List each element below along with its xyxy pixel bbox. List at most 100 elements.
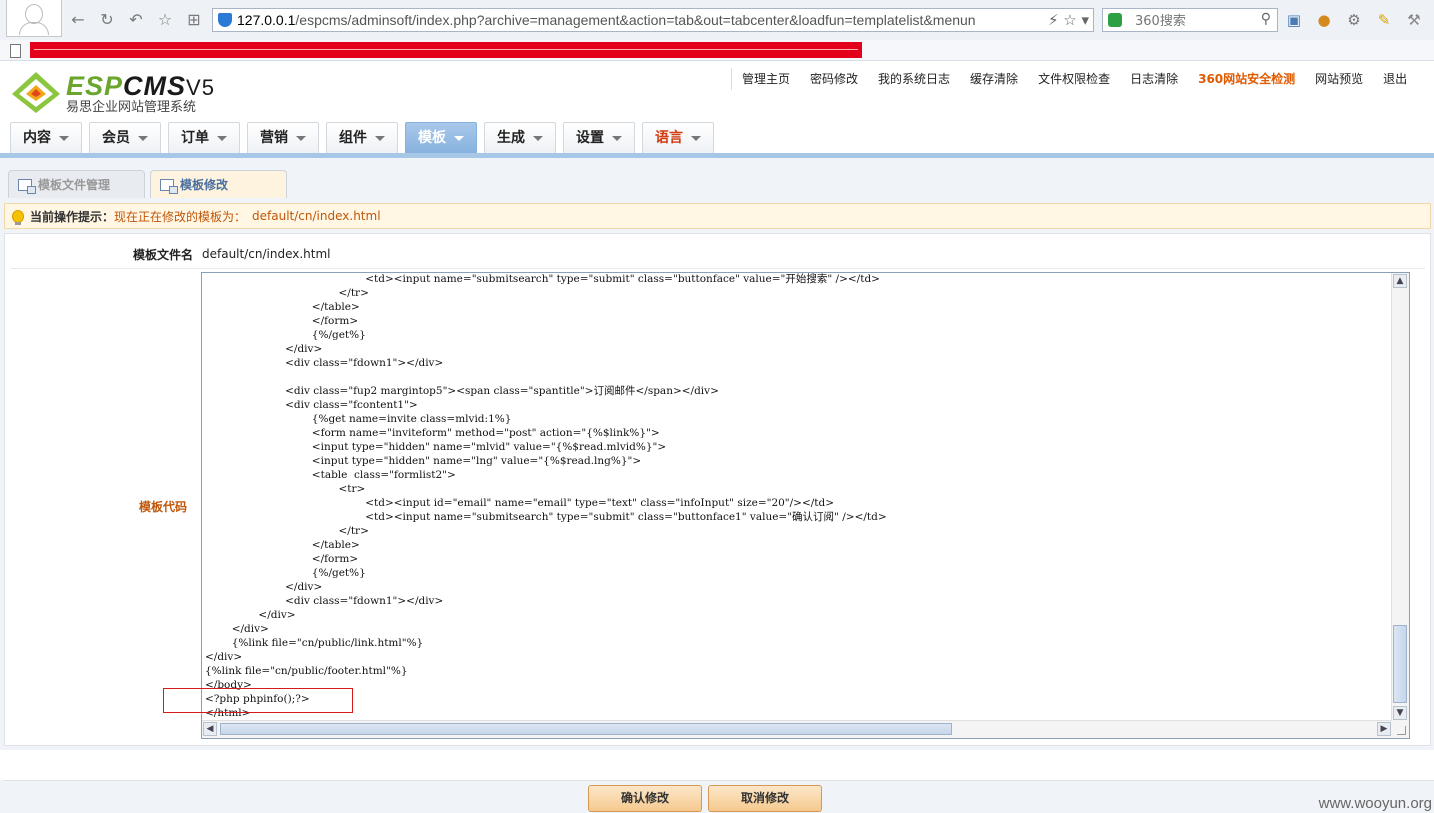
tab-template-edit[interactable]: 模板修改 — [150, 170, 287, 198]
link-admin-home[interactable]: 管理主页 — [732, 68, 800, 90]
code-line: <td><input id="email" name="email" type=… — [205, 497, 835, 509]
espcms-logo-icon — [12, 72, 60, 113]
code-line: <td><input name="submitsearch" type="sub… — [205, 273, 880, 285]
code-line: </form> — [205, 553, 359, 565]
link-file-permissions[interactable]: 文件权限检查 — [1028, 68, 1120, 90]
code-line: <td><input name="submitsearch" type="sub… — [205, 511, 887, 523]
scroll-left-icon[interactable]: ◀ — [203, 722, 217, 736]
gear-icon[interactable]: ⚙ — [1344, 10, 1364, 30]
address-bar[interactable]: 127.0.0.1/espcms/adminsoft/index.php?arc… — [212, 8, 1094, 32]
code-line: <table class="formlist2"> — [205, 469, 456, 481]
app-header: ESPCMSV5 易思企业网站管理系统 管理主页 密码修改 我的系统日志 缓存清… — [0, 62, 1434, 154]
link-logout[interactable]: 退出 — [1373, 68, 1417, 90]
template-code-editor[interactable]: <td><input name="submitsearch" type="sub… — [201, 272, 1410, 739]
resize-grip-icon[interactable] — [1392, 721, 1409, 738]
file-name-label: 模板文件名 — [132, 248, 193, 262]
link-clear-logs[interactable]: 日志清除 — [1120, 68, 1188, 90]
footer-band — [0, 750, 1434, 780]
code-line: <div class="fdown1"></div> — [205, 357, 444, 369]
chevron-down-icon — [59, 135, 69, 141]
nav-members[interactable]: 会员 — [89, 122, 161, 153]
link-site-preview[interactable]: 网站预览 — [1305, 68, 1373, 90]
horizontal-scrollbar[interactable]: ◀ ▶ — [202, 720, 1392, 738]
code-line: <div class="fcontent1"> — [205, 399, 418, 411]
code-line: </div> — [205, 651, 243, 663]
horizontal-scroll-thumb[interactable] — [220, 723, 952, 735]
vertical-scroll-thumb[interactable] — [1393, 625, 1407, 703]
lightbulb-icon — [12, 209, 24, 225]
nav-content[interactable]: 内容 — [10, 122, 82, 153]
scroll-right-icon[interactable]: ▶ — [1377, 722, 1391, 736]
code-line: <div class="fup2 margintop5"><span class… — [205, 385, 719, 397]
monitor-icon[interactable]: ▣ — [1284, 10, 1304, 30]
confirm-edit-button[interactable]: 确认修改 — [588, 785, 702, 812]
user-avatar[interactable] — [6, 0, 62, 37]
footer-divider — [4, 780, 1434, 781]
search-box[interactable]: ⚲ — [1102, 8, 1278, 32]
file-icon[interactable] — [10, 44, 21, 58]
code-line: {%link file="cn/public/link.html"%} — [205, 637, 424, 649]
hint-label: 当前操作提示： — [30, 209, 115, 224]
chevron-down-icon — [533, 135, 543, 141]
chevron-down-icon — [691, 135, 701, 141]
scroll-up-icon[interactable]: ▲ — [1393, 274, 1407, 288]
nav-components[interactable]: 组件 — [326, 122, 398, 153]
link-change-password[interactable]: 密码修改 — [800, 68, 868, 90]
chevron-down-icon — [612, 135, 622, 141]
search-input[interactable] — [1133, 10, 1257, 32]
code-line: <div class="fdown1"></div> — [205, 595, 444, 607]
nav-templates[interactable]: 模板 — [405, 122, 477, 153]
code-line: </form> — [205, 315, 359, 327]
code-line: <input type="hidden" name="mlvid" value=… — [205, 441, 667, 453]
apps-grid-icon[interactable]: ⊞ — [184, 10, 204, 30]
nav-settings[interactable]: 设置 — [563, 122, 635, 153]
link-my-logs[interactable]: 我的系统日志 — [868, 68, 960, 90]
cancel-edit-button[interactable]: 取消修改 — [708, 785, 822, 812]
code-line: </table> — [205, 301, 360, 313]
code-textarea[interactable]: <td><input name="submitsearch" type="sub… — [202, 273, 1392, 721]
code-line: {%/get%} — [205, 567, 366, 579]
main-nav: 内容 会员 订单 营销 组件 模板 生成 设置 语言 — [10, 122, 721, 153]
annotation-highlight-box — [163, 688, 353, 713]
template-code-label: 模板代码 — [139, 500, 188, 514]
window-icon — [18, 178, 36, 194]
nav-orders[interactable]: 订单 — [168, 122, 240, 153]
scroll-down-icon[interactable]: ▼ — [1393, 706, 1407, 720]
wrench-icon[interactable]: ⚒ — [1404, 10, 1424, 30]
back-icon[interactable]: ← — [68, 10, 88, 30]
code-line: </tr> — [205, 287, 369, 299]
code-line: </table> — [205, 539, 360, 551]
code-line: </div> — [205, 609, 296, 621]
chevron-down-icon — [217, 135, 227, 141]
code-line: </div> — [205, 623, 269, 635]
url-text[interactable]: 127.0.0.1/espcms/adminsoft/index.php?arc… — [237, 12, 1037, 28]
link-clear-cache[interactable]: 缓存清除 — [960, 68, 1028, 90]
operation-hint: 当前操作提示： 现在正在修改的模板为： default/cn/index.htm… — [4, 203, 1431, 229]
file-name-row: 模板文件名 default/cn/index.html — [11, 240, 1425, 269]
nav-marketing[interactable]: 营销 — [247, 122, 319, 153]
tab-template-files[interactable]: 模板文件管理 — [8, 170, 145, 198]
vertical-scrollbar[interactable]: ▲ ▼ — [1391, 273, 1409, 721]
url-path: /espcms/adminsoft/index.php?archive=mana… — [295, 12, 976, 28]
refresh-icon[interactable]: ↻ — [97, 10, 117, 30]
nav-language[interactable]: 语言 — [642, 122, 714, 153]
sub-tabs: 模板文件管理 模板修改 — [8, 170, 292, 198]
code-line: {%/get%} — [205, 329, 366, 341]
watermark: www.wooyun.org — [1318, 795, 1432, 812]
chevron-down-icon — [138, 135, 148, 141]
security-shield-icon — [218, 13, 232, 27]
undo-icon[interactable]: ↶ — [126, 10, 146, 30]
cookie-icon[interactable]: ● — [1314, 10, 1334, 30]
url-action-icons[interactable]: ⚡ ☆ ▾ — [1048, 11, 1089, 29]
link-360-security[interactable]: 360网站安全检测 — [1188, 68, 1305, 90]
extension-icon[interactable]: ✎ — [1374, 10, 1394, 30]
search-engine-icon[interactable] — [1108, 13, 1122, 27]
bookmark-bar — [0, 40, 1434, 61]
favorite-star-icon[interactable]: ☆ — [155, 10, 175, 30]
redacted-bookmarks — [30, 42, 862, 58]
search-icon[interactable]: ⚲ — [1261, 11, 1271, 27]
code-line: {%get name=invite class=mlvid:1%} — [205, 413, 512, 425]
code-line: </tr> — [205, 525, 369, 537]
nav-generate[interactable]: 生成 — [484, 122, 556, 153]
url-host: 127.0.0.1 — [237, 12, 296, 28]
